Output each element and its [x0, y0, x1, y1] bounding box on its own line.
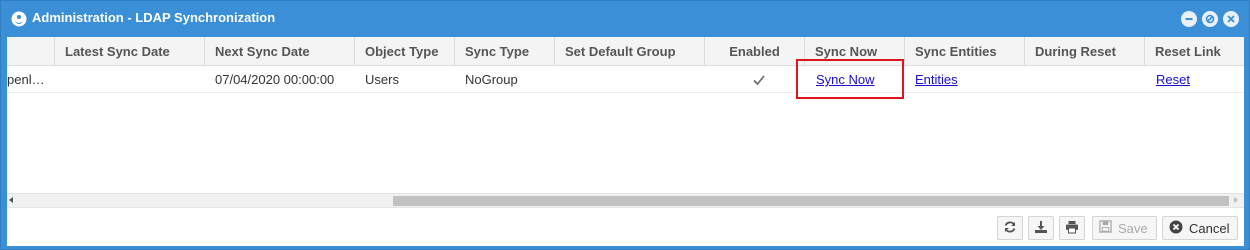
download-icon: [1034, 220, 1048, 237]
window-title: Administration - LDAP Synchronization: [32, 10, 276, 25]
column-header-sync-entities[interactable]: Sync Entities: [905, 37, 1025, 66]
grid-header: Latest Sync Date Next Sync Date Object T…: [7, 37, 1244, 66]
refresh-button[interactable]: [997, 216, 1023, 240]
cell-reset-link: Reset: [1145, 67, 1244, 93]
horizontal-scrollbar[interactable]: [7, 193, 1244, 207]
download-button[interactable]: [1028, 216, 1054, 240]
cell-sync-type: NoGroup: [465, 72, 518, 87]
column-header-set-default-group[interactable]: Set Default Group: [555, 37, 705, 66]
print-icon: [1065, 220, 1079, 237]
column-header-next-sync-date[interactable]: Next Sync Date: [205, 37, 355, 66]
sync-now-highlight-box: [796, 59, 904, 99]
cell-set-default-group: [555, 67, 705, 93]
scrollbar-thumb[interactable]: [393, 196, 1229, 206]
cell-sync-entities: Entities: [905, 67, 1025, 93]
cell-latest-sync-date: [55, 67, 205, 93]
cancel-label: Cancel: [1189, 220, 1230, 236]
column-header-reset-link[interactable]: Reset Link: [1145, 37, 1244, 66]
reset-link[interactable]: Reset: [1156, 72, 1190, 87]
enabled-checkbox[interactable]: [752, 73, 766, 87]
column-header-name[interactable]: [7, 37, 55, 66]
cell-during-reset: [1025, 67, 1145, 93]
scroll-right-icon[interactable]: [1234, 197, 1238, 203]
app-logo-icon: [11, 11, 27, 27]
column-header-latest-sync-date[interactable]: Latest Sync Date: [55, 37, 205, 66]
entities-link[interactable]: Entities: [915, 72, 958, 87]
title-bar: Administration - LDAP Synchronization: [1, 1, 1249, 36]
refresh-icon: [1003, 220, 1017, 237]
grid-panel: Latest Sync Date Next Sync Date Object T…: [7, 37, 1244, 246]
cell-name: penl…: [7, 72, 45, 87]
restore-icon[interactable]: [1202, 11, 1218, 27]
grid-footer-toolbar: Save Cancel: [7, 207, 1244, 246]
ldap-sync-window: Administration - LDAP Synchronization La…: [0, 0, 1250, 250]
column-header-sync-type[interactable]: Sync Type: [455, 37, 555, 66]
column-header-during-reset[interactable]: During Reset: [1025, 37, 1145, 66]
cell-object-type: Users: [365, 72, 399, 87]
print-button[interactable]: [1059, 216, 1085, 240]
cancel-icon: [1169, 220, 1183, 237]
cell-next-sync-date: 07/04/2020 00:00:00: [215, 72, 335, 87]
save-icon: [1099, 220, 1112, 236]
minimize-icon[interactable]: [1181, 11, 1197, 27]
save-button[interactable]: Save: [1092, 216, 1157, 240]
table-row[interactable]: penl… 07/04/2020 00:00:00 Users NoGroup …: [7, 67, 1244, 93]
column-header-enabled[interactable]: Enabled: [705, 37, 805, 66]
column-header-object-type[interactable]: Object Type: [355, 37, 455, 66]
cancel-button[interactable]: Cancel: [1162, 216, 1239, 240]
save-label: Save: [1118, 220, 1148, 236]
scroll-left-icon[interactable]: [9, 197, 13, 203]
close-icon[interactable]: [1223, 11, 1239, 27]
